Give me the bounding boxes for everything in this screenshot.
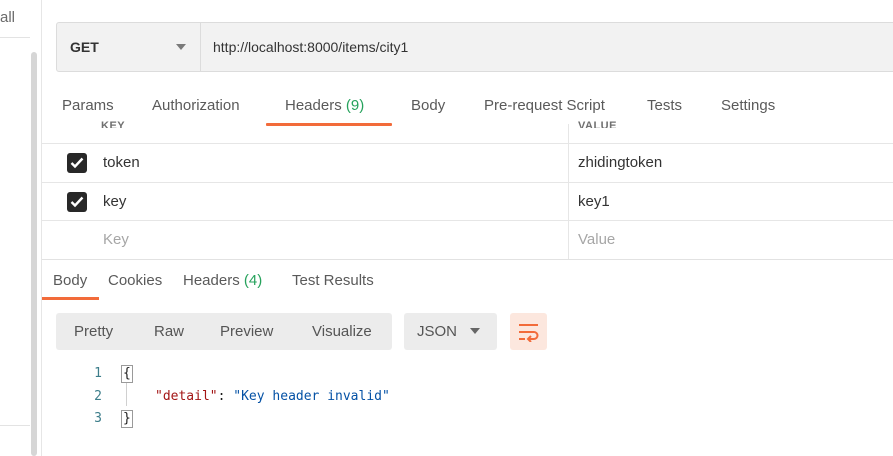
tab-params[interactable]: Params: [62, 97, 114, 114]
indent-guide: [126, 382, 127, 406]
sidebar-divider-bottom: [0, 425, 30, 426]
view-mode-group: Pretty Raw Preview Visualize: [56, 313, 392, 350]
header-key-cell[interactable]: token: [103, 154, 140, 171]
format-select[interactable]: JSON: [404, 313, 497, 350]
tab-tests[interactable]: Tests: [647, 97, 682, 114]
tab-test-results[interactable]: Test Results: [292, 272, 374, 289]
new-key-input[interactable]: Key: [103, 231, 129, 248]
tab-response-body[interactable]: Body: [53, 272, 87, 289]
tab-cookies[interactable]: Cookies: [108, 272, 162, 289]
sidebar: all: [0, 0, 42, 456]
method-select[interactable]: GET: [57, 23, 201, 71]
response-body-editor[interactable]: 1 2 3 { "detail": "Key header invalid" }: [42, 362, 893, 456]
code-line-3: }: [121, 410, 133, 428]
row-divider: [42, 220, 893, 221]
url-input[interactable]: http://localhost:8000/items/city1: [201, 23, 893, 71]
method-label: GET: [70, 39, 99, 55]
tab-body[interactable]: Body: [411, 97, 445, 114]
tab-headers-count: (9): [345, 97, 365, 114]
wrap-lines-icon: [519, 324, 539, 342]
url-text: http://localhost:8000/items/city1: [213, 39, 409, 55]
tab-headers[interactable]: Headers (9): [285, 97, 364, 114]
json-colon: :: [217, 389, 234, 404]
visualize-button[interactable]: Visualize: [312, 323, 372, 340]
tab-settings[interactable]: Settings: [721, 97, 775, 114]
line-number: 3: [94, 411, 102, 426]
tab-pre-request-script[interactable]: Pre-request Script: [484, 97, 605, 114]
sidebar-divider: [0, 37, 30, 38]
column-header-value: VALUE: [578, 120, 617, 128]
tab-response-headers-count: (4): [243, 272, 263, 289]
pretty-button[interactable]: Pretty: [74, 323, 113, 340]
open-brace: {: [121, 365, 133, 383]
tab-authorization[interactable]: Authorization: [152, 97, 240, 114]
row-divider: [42, 143, 893, 144]
json-value: "Key header invalid": [233, 389, 390, 404]
request-tabs: Params Authorization Headers (9) Body Pr…: [42, 88, 893, 128]
checkmark-icon: [70, 196, 84, 208]
column-header-key: KEY: [101, 120, 126, 128]
new-value-input[interactable]: Value: [578, 231, 615, 248]
json-key: "detail": [155, 389, 218, 404]
chevron-down-icon: [176, 44, 186, 50]
header-value-cell[interactable]: zhidingtoken: [578, 154, 662, 171]
sidebar-label[interactable]: all: [0, 9, 15, 26]
active-tab-indicator: [42, 297, 99, 300]
sidebar-scrollbar[interactable]: [31, 52, 37, 456]
raw-button[interactable]: Raw: [154, 323, 184, 340]
code-line-1: {: [121, 365, 133, 383]
line-number: 1: [94, 366, 102, 381]
row-checkbox[interactable]: [67, 192, 87, 212]
tab-response-headers[interactable]: Headers (4): [183, 272, 262, 289]
headers-table: KEY VALUE token zhidingtoken key key1 Ke…: [42, 120, 893, 259]
wrap-lines-button[interactable]: [510, 313, 547, 350]
request-bar: GET http://localhost:8000/items/city1: [56, 22, 893, 72]
checkmark-icon: [70, 157, 84, 169]
header-key-cell[interactable]: key: [103, 193, 126, 210]
tab-response-headers-label: Headers: [183, 272, 240, 289]
column-divider: [568, 124, 569, 259]
header-value-cell[interactable]: key1: [578, 193, 610, 210]
preview-button[interactable]: Preview: [220, 323, 273, 340]
chevron-down-icon: [470, 328, 480, 334]
code-line-2: "detail": "Key header invalid": [155, 389, 390, 404]
response-tabs: Body Cookies Headers (4) Test Results: [42, 259, 893, 301]
line-number: 2: [94, 389, 102, 404]
format-label: JSON: [417, 323, 458, 340]
tab-headers-label: Headers: [285, 97, 342, 114]
close-brace: }: [121, 410, 133, 428]
row-checkbox[interactable]: [67, 153, 87, 173]
row-divider: [42, 182, 893, 183]
